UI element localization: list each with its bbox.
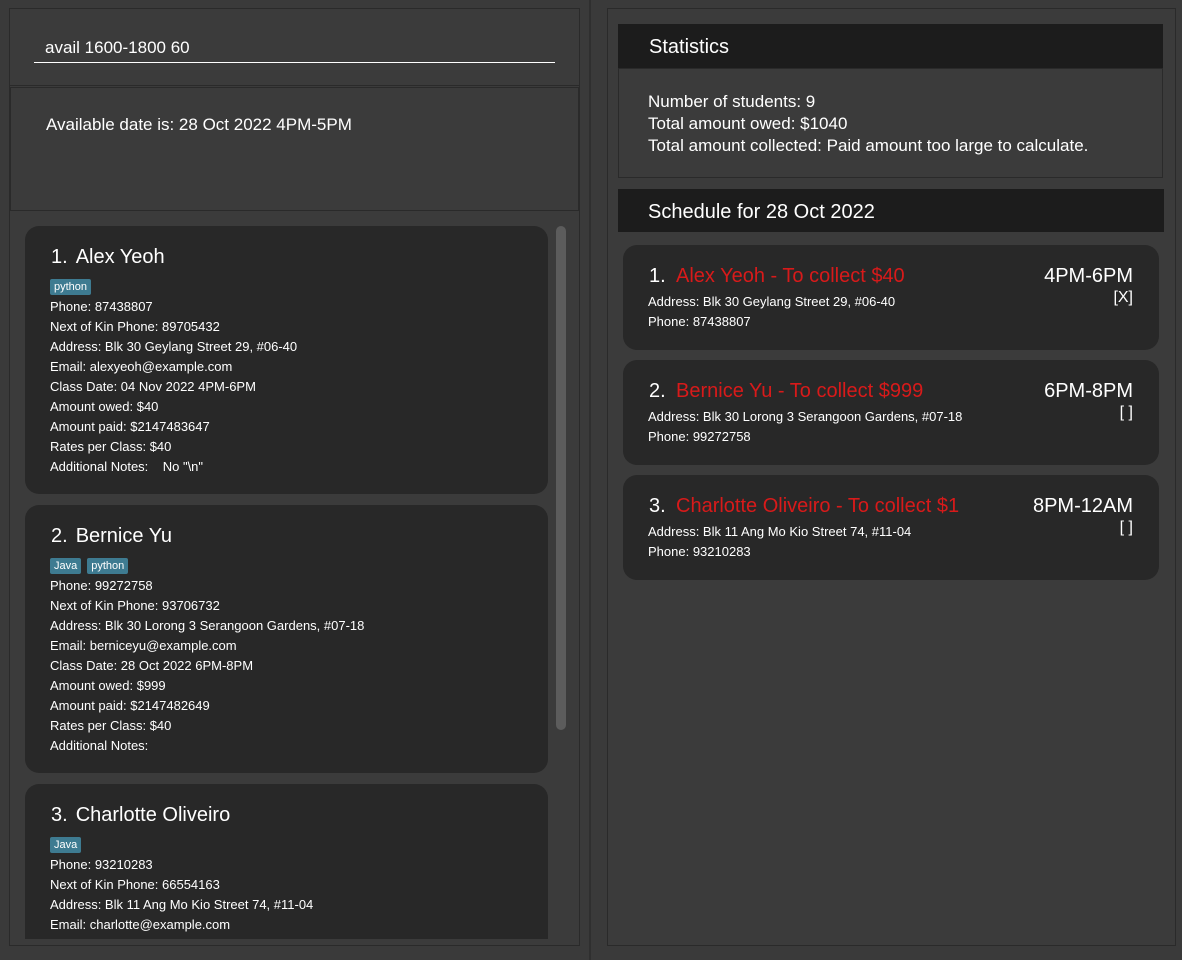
additional-notes: Additional Notes: No "\n"	[50, 459, 204, 474]
schedule-card[interactable]: 3. Charlotte Oliveiro - To collect $1 8P…	[623, 475, 1159, 580]
tag-list: python	[50, 277, 97, 295]
scrollbar-thumb[interactable]	[556, 226, 566, 730]
person-card[interactable]: 2. Bernice Yu Java python Phone: 99272758 …	[25, 505, 548, 773]
phone: Phone: 93210283	[50, 857, 153, 872]
command-input[interactable]	[34, 33, 555, 63]
schedule-time: 8PM-12AM	[1032, 495, 1133, 517]
schedule-index: 2.	[649, 380, 666, 402]
person-name: 1. Alex Yeoh	[51, 246, 165, 269]
amount-owed: Amount owed: $999	[50, 678, 166, 693]
schedule-phone: Phone: 87438807	[648, 314, 751, 329]
command-box	[10, 9, 579, 86]
person-name-text: Bernice Yu	[75, 525, 173, 547]
schedule-address: Address: Blk 11 Ang Mo Kio Street 74, #1…	[648, 524, 912, 539]
schedule-card[interactable]: 2. Bernice Yu - To collect $999 6PM-8PM …	[623, 360, 1159, 465]
schedule-status-checkbox[interactable]: [ ]	[1120, 404, 1133, 422]
tag: python	[50, 279, 92, 295]
tag: Java	[50, 837, 82, 853]
email: Email: berniceyu@example.com	[50, 638, 237, 653]
schedule-address: Address: Blk 30 Lorong 3 Serangoon Garde…	[648, 409, 963, 424]
person-list[interactable]: 1. Alex Yeoh python Phone: 87438807 Next …	[10, 214, 579, 939]
address: Address: Blk 30 Geylang Street 29, #06-4…	[50, 339, 298, 354]
tag-list: Java	[50, 835, 87, 853]
address: Address: Blk 30 Lorong 3 Serangoon Garde…	[50, 618, 365, 633]
statistics-panel: Number of students: 9 Total amount owed:…	[618, 68, 1163, 178]
class-date: Class Date: 28 Oct 2022 6PM-8PM	[50, 658, 254, 673]
schedule-index: 3.	[649, 495, 666, 517]
nok-phone: Next of Kin Phone: 66554163	[50, 877, 220, 892]
left-pane: Available date is: 28 Oct 2022 4PM-5PM 1…	[9, 8, 580, 946]
pane-divider[interactable]	[589, 0, 591, 960]
tag: Java	[50, 558, 82, 574]
nok-phone: Next of Kin Phone: 93706732	[50, 598, 220, 613]
person-name-text: Charlotte Oliveiro	[75, 804, 231, 826]
tag-list: Java python	[50, 556, 134, 574]
schedule-time: 4PM-6PM	[1044, 265, 1133, 287]
email: Email: charlotte@example.com	[50, 917, 231, 932]
total-collected: Total amount collected: Paid amount too …	[648, 136, 1089, 155]
schedule-address: Address: Blk 30 Geylang Street 29, #06-4…	[648, 294, 896, 309]
amount-paid: Amount paid: $2147483647	[50, 419, 210, 434]
person-name: 3. Charlotte Oliveiro	[51, 804, 230, 827]
person-index: 1.	[51, 246, 68, 268]
schedule-index: 1.	[649, 265, 666, 287]
statistics-header: Statistics	[618, 24, 1163, 68]
class-date: Class Date: 04 Nov 2022 4PM-6PM	[50, 379, 256, 394]
person-card[interactable]: 3. Charlotte Oliveiro Java Phone: 9321028…	[25, 784, 548, 939]
schedule-status-checkbox[interactable]: [ ]	[1120, 519, 1133, 537]
schedule-student: Alex Yeoh - To collect $40	[676, 265, 905, 287]
schedule-phone: Phone: 93210283	[648, 544, 751, 559]
amount-owed: Amount owed: $40	[50, 399, 159, 414]
student-count: Number of students: 9	[648, 92, 816, 111]
address: Address: Blk 11 Ang Mo Kio Street 74, #1…	[50, 897, 314, 912]
person-index: 2.	[51, 525, 68, 547]
schedule-phone: Phone: 99272758	[648, 429, 751, 444]
schedule-title: Schedule for 28 Oct 2022	[648, 201, 875, 223]
person-index: 3.	[51, 804, 68, 826]
person-card[interactable]: 1. Alex Yeoh python Phone: 87438807 Next …	[25, 226, 548, 494]
tag: python	[87, 558, 129, 574]
schedule-status-checkbox[interactable]: [X]	[1113, 289, 1133, 307]
phone: Phone: 99272758	[50, 578, 153, 593]
statistics-title: Statistics	[649, 36, 730, 58]
person-name-text: Alex Yeoh	[75, 246, 165, 268]
result-display: Available date is: 28 Oct 2022 4PM-5PM	[10, 87, 579, 211]
result-text: Available date is: 28 Oct 2022 4PM-5PM	[46, 115, 352, 134]
schedule-card[interactable]: 1. Alex Yeoh - To collect $40 4PM-6PM [X…	[623, 245, 1159, 350]
schedule-time: 6PM-8PM	[1044, 380, 1133, 402]
additional-notes: Additional Notes:	[50, 738, 149, 753]
schedule-student: Charlotte Oliveiro - To collect $1	[676, 495, 960, 517]
rates-per-class: Rates per Class: $40	[50, 439, 172, 454]
total-owed: Total amount owed: $1040	[648, 114, 848, 133]
schedule-student: Bernice Yu - To collect $999	[676, 380, 924, 402]
amount-paid: Amount paid: $2147482649	[50, 698, 210, 713]
schedule-header: Schedule for 28 Oct 2022	[618, 189, 1164, 232]
nok-phone: Next of Kin Phone: 89705432	[50, 319, 220, 334]
person-name: 2. Bernice Yu	[51, 525, 172, 548]
right-pane: Statistics Number of students: 9 Total a…	[607, 8, 1176, 946]
phone: Phone: 87438807	[50, 299, 153, 314]
rates-per-class: Rates per Class: $40	[50, 718, 172, 733]
email: Email: alexyeoh@example.com	[50, 359, 233, 374]
